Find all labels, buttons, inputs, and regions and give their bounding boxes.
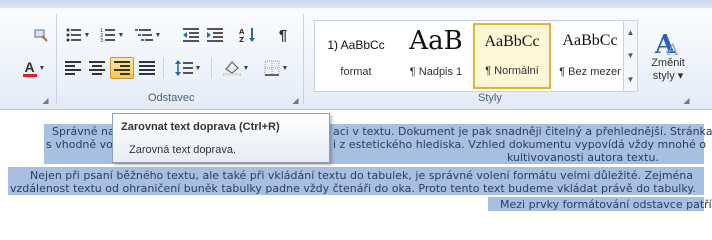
group-divider	[303, 14, 304, 104]
chevron-down-icon: ▼	[117, 31, 125, 39]
style-name: ¶ Bez mezer	[559, 66, 621, 78]
decrease-indent-icon	[183, 28, 199, 42]
chevron-down-icon: ▼	[194, 64, 202, 72]
ribbon: A ▼ ◢ ▼ 1 2 3 ▼ ▼ A Z ¶ ▼ ▼ ▼ Odstavec ◢…	[0, 8, 712, 110]
styles-launcher-icon[interactable]: ◢	[681, 95, 692, 106]
align-right-button[interactable]	[110, 57, 134, 79]
document-line: Mezi prvky formátování odstavce patří:	[500, 198, 712, 211]
document-line: Správné na	[52, 125, 115, 138]
style-sample: AaBbCc	[484, 33, 540, 50]
style-bez-mezer[interactable]: AaBbCc ¶ Bez mezer	[551, 23, 629, 89]
show-formatting-marks-button[interactable]: ¶	[272, 24, 294, 46]
chevron-down-icon: ▼	[242, 64, 250, 72]
tooltip-title: Zarovnat text doprava (Ctrl+R)	[121, 121, 280, 133]
style-name: ¶ Normální	[485, 65, 539, 77]
change-styles-label: styly ▾	[652, 70, 684, 82]
chevron-down-icon: ▼	[281, 64, 289, 72]
change-styles-label: Změnit	[651, 57, 685, 69]
align-right-icon	[114, 61, 130, 75]
document-line: Nejen při psaní běžného textu, ale také …	[30, 169, 694, 182]
svg-text:A: A	[239, 28, 245, 36]
chevron-down-icon: ▼	[83, 31, 91, 39]
increase-indent-icon	[207, 28, 223, 42]
style-format[interactable]: 1) AaBbCc format	[317, 23, 395, 89]
font-color-glyph: A	[24, 59, 35, 75]
change-styles-button[interactable]: A A Změnit styly ▾	[642, 20, 694, 92]
document-line: s vhodně vo	[46, 138, 113, 151]
bullets-button[interactable]: ▼	[62, 24, 94, 46]
decrease-indent-button[interactable]	[180, 24, 202, 46]
paragraph-launcher-icon[interactable]: ◢	[290, 95, 301, 106]
numbering-icon: 1 2 3	[100, 28, 115, 42]
document-line: i z estetického hlediska. Vzhled dokumen…	[333, 138, 706, 151]
bullets-icon	[66, 28, 81, 42]
align-left-button[interactable]	[62, 57, 84, 79]
font-color-icon: A	[22, 59, 37, 77]
gallery-more-icon[interactable]: ▼	[623, 67, 637, 91]
tooltip: Zarovnat text doprava (Ctrl+R) Zarovná t…	[112, 113, 330, 163]
line-spacing-icon	[174, 60, 193, 76]
style-name: format	[340, 66, 372, 78]
line-spacing-button[interactable]: ▼	[170, 57, 206, 79]
shading-icon	[222, 61, 241, 76]
clear-formatting-icon	[34, 29, 48, 42]
gallery-scroll-up-icon[interactable]: ▲	[623, 21, 637, 44]
document-line: aci v textu. Dokument je pak snadněji či…	[333, 125, 712, 138]
chevron-down-icon[interactable]: ▼	[39, 65, 46, 72]
button-divider	[163, 58, 164, 78]
document-line: kultivovanosti autora textu.	[507, 151, 659, 164]
justify-button[interactable]	[136, 57, 158, 79]
tooltip-description: Zarovná text doprava.	[129, 144, 237, 156]
font-color-button[interactable]: A ▼	[16, 57, 52, 79]
borders-button[interactable]: ▼	[258, 57, 294, 79]
multilevel-list-button[interactable]: ▼	[130, 24, 166, 46]
change-styles-icon: A A	[654, 30, 679, 57]
clear-formatting-button[interactable]	[30, 24, 52, 46]
style-normalni[interactable]: AaBbCc ¶ Normální	[473, 23, 551, 89]
numbering-button[interactable]: 1 2 3 ▼	[96, 24, 128, 46]
group-divider	[56, 14, 57, 104]
style-sample: AaBbCc	[562, 32, 618, 49]
gallery-scroll-down-icon[interactable]: ▼	[623, 44, 637, 67]
window-frame	[0, 0, 712, 8]
svg-text:Z: Z	[239, 36, 244, 43]
align-center-icon	[89, 61, 105, 75]
shading-button[interactable]: ▼	[218, 57, 254, 79]
document-line: vzdálenost textu od ohraničení buněk tab…	[10, 182, 696, 195]
borders-icon	[264, 60, 280, 76]
sort-icon: A Z	[239, 28, 255, 43]
style-name: ¶ Nadpis 1	[409, 66, 463, 78]
style-sample: 1) AaBbCc	[327, 38, 385, 52]
document-area[interactable]: Správné na aci v textu. Dokument je pak …	[0, 111, 712, 240]
justify-icon	[139, 61, 155, 75]
sort-button[interactable]: A Z	[236, 24, 260, 46]
svg-text:A: A	[666, 40, 679, 57]
style-nadpis-1[interactable]: AaB ¶ Nadpis 1	[397, 23, 475, 89]
font-launcher-icon[interactable]: ◢	[40, 95, 51, 106]
increase-indent-button[interactable]	[204, 24, 226, 46]
align-center-button[interactable]	[86, 57, 108, 79]
chevron-down-icon: ▼	[154, 31, 162, 39]
style-sample: AaB	[409, 26, 463, 56]
styles-gallery: 1) AaBbCc format AaB ¶ Nadpis 1 AaBbCc ¶…	[314, 20, 638, 92]
align-left-icon	[65, 61, 81, 75]
multilevel-list-icon	[134, 29, 153, 41]
styles-group-label: Styly	[478, 92, 502, 104]
paragraph-group-label: Odstavec	[148, 92, 195, 104]
button-divider	[211, 58, 212, 78]
svg-text:3: 3	[100, 38, 103, 42]
